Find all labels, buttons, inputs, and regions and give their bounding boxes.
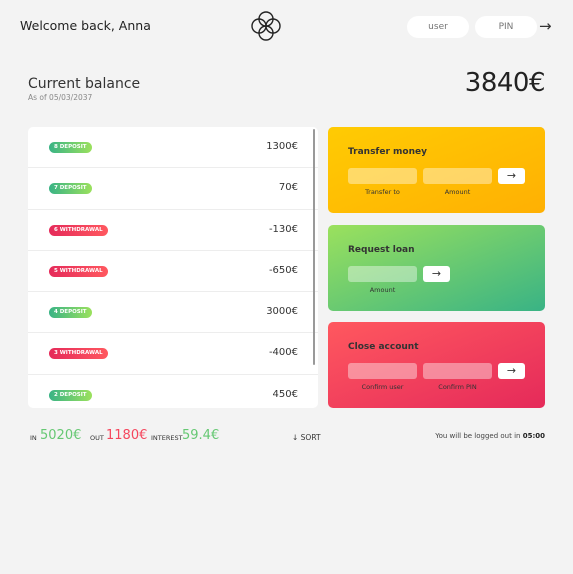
login-arrow-button[interactable]: → [539, 17, 552, 35]
transfer-amount-input[interactable] [423, 168, 492, 184]
transfer-amount-label: Amount [444, 188, 471, 196]
movement-value: 450€ [272, 388, 298, 400]
movement-value: 3000€ [266, 306, 298, 318]
movement-row: 4 DEPOSIT 3000€ [28, 292, 318, 334]
loan-amount-label: Amount [369, 286, 396, 294]
close-pin-label: Confirm PIN [438, 383, 477, 391]
summary-out-label: Out [90, 434, 104, 442]
transfer-to-input[interactable] [348, 168, 417, 184]
movement-type-badge: 7 DEPOSIT [49, 183, 92, 195]
movement-type-badge: 4 DEPOSIT [49, 307, 92, 319]
login-user-input[interactable] [407, 16, 469, 38]
loan-amount-input[interactable] [348, 266, 417, 282]
movement-type-badge: 6 WITHDRAWAL [49, 224, 108, 236]
movement-row: 5 WITHDRAWAL -650€ [28, 251, 318, 293]
movement-type-badge: 3 WITHDRAWAL [49, 348, 108, 360]
loan-title: Request loan [348, 245, 415, 255]
balance-label: Current balance [28, 76, 141, 92]
summary-in-value: 5020€ [40, 428, 82, 443]
balance-date-prefix: As of [28, 93, 47, 102]
transfer-panel: Transfer money → Transfer to Amount [328, 127, 545, 213]
logout-timer: You will be logged out in 05:00 [435, 432, 545, 440]
close-panel: Close account → Confirm user Confirm PIN [328, 322, 545, 408]
top-nav: Welcome back, Anna → [0, 0, 573, 54]
logout-timer-text: You will be logged out in [435, 432, 521, 440]
logout-timer-value: 05:00 [522, 432, 545, 440]
movement-value: -650€ [268, 264, 298, 276]
welcome-message: Welcome back, Anna [20, 18, 151, 33]
balance-date: As of 05/03/2037 [28, 93, 92, 102]
movement-value: 70€ [278, 182, 298, 194]
movement-row: 7 DEPOSIT 70€ [28, 168, 318, 210]
close-user-label: Confirm user [361, 383, 404, 391]
flower-logo-icon [251, 11, 281, 41]
close-submit-button[interactable]: → [498, 363, 525, 379]
close-title: Close account [348, 342, 419, 352]
login-pin-input[interactable] [475, 16, 537, 38]
close-user-input[interactable] [348, 363, 417, 379]
movement-type-badge: 2 DEPOSIT [49, 389, 92, 401]
summary-in-label: In [30, 434, 37, 442]
loan-submit-button[interactable]: → [423, 266, 450, 282]
movement-row: 6 WITHDRAWAL -130€ [28, 210, 318, 251]
balance-value: 3840€ [464, 68, 546, 98]
summary-interest-label: Interest [151, 434, 183, 442]
movement-value: 1300€ [266, 141, 298, 152]
movement-row: 3 WITHDRAWAL -400€ [28, 333, 318, 375]
movements-list[interactable]: 8 DEPOSIT 1300€ 7 DEPOSIT 70€ 6 WITHDRAW… [28, 127, 318, 408]
close-pin-input[interactable] [423, 363, 492, 379]
summary-interest-value: 59.4€ [182, 428, 220, 443]
movement-value: -400€ [268, 347, 298, 359]
movement-type-badge: 5 WITHDRAWAL [49, 265, 108, 277]
transfer-to-label: Transfer to [365, 188, 400, 196]
transfer-title: Transfer money [348, 147, 427, 157]
movement-row: 8 DEPOSIT 1300€ [28, 127, 318, 169]
loan-panel: Request loan → Amount [328, 225, 545, 311]
movement-row: 2 DEPOSIT 450€ [28, 375, 318, 408]
transfer-submit-button[interactable]: → [498, 168, 525, 184]
movement-type-badge: 8 DEPOSIT [49, 142, 92, 153]
movement-value: -130€ [268, 223, 298, 235]
sort-button[interactable]: ↓ SORT [292, 433, 321, 442]
balance-date-value: 05/03/2037 [49, 93, 93, 102]
summary-out-value: 1180€ [106, 428, 148, 443]
